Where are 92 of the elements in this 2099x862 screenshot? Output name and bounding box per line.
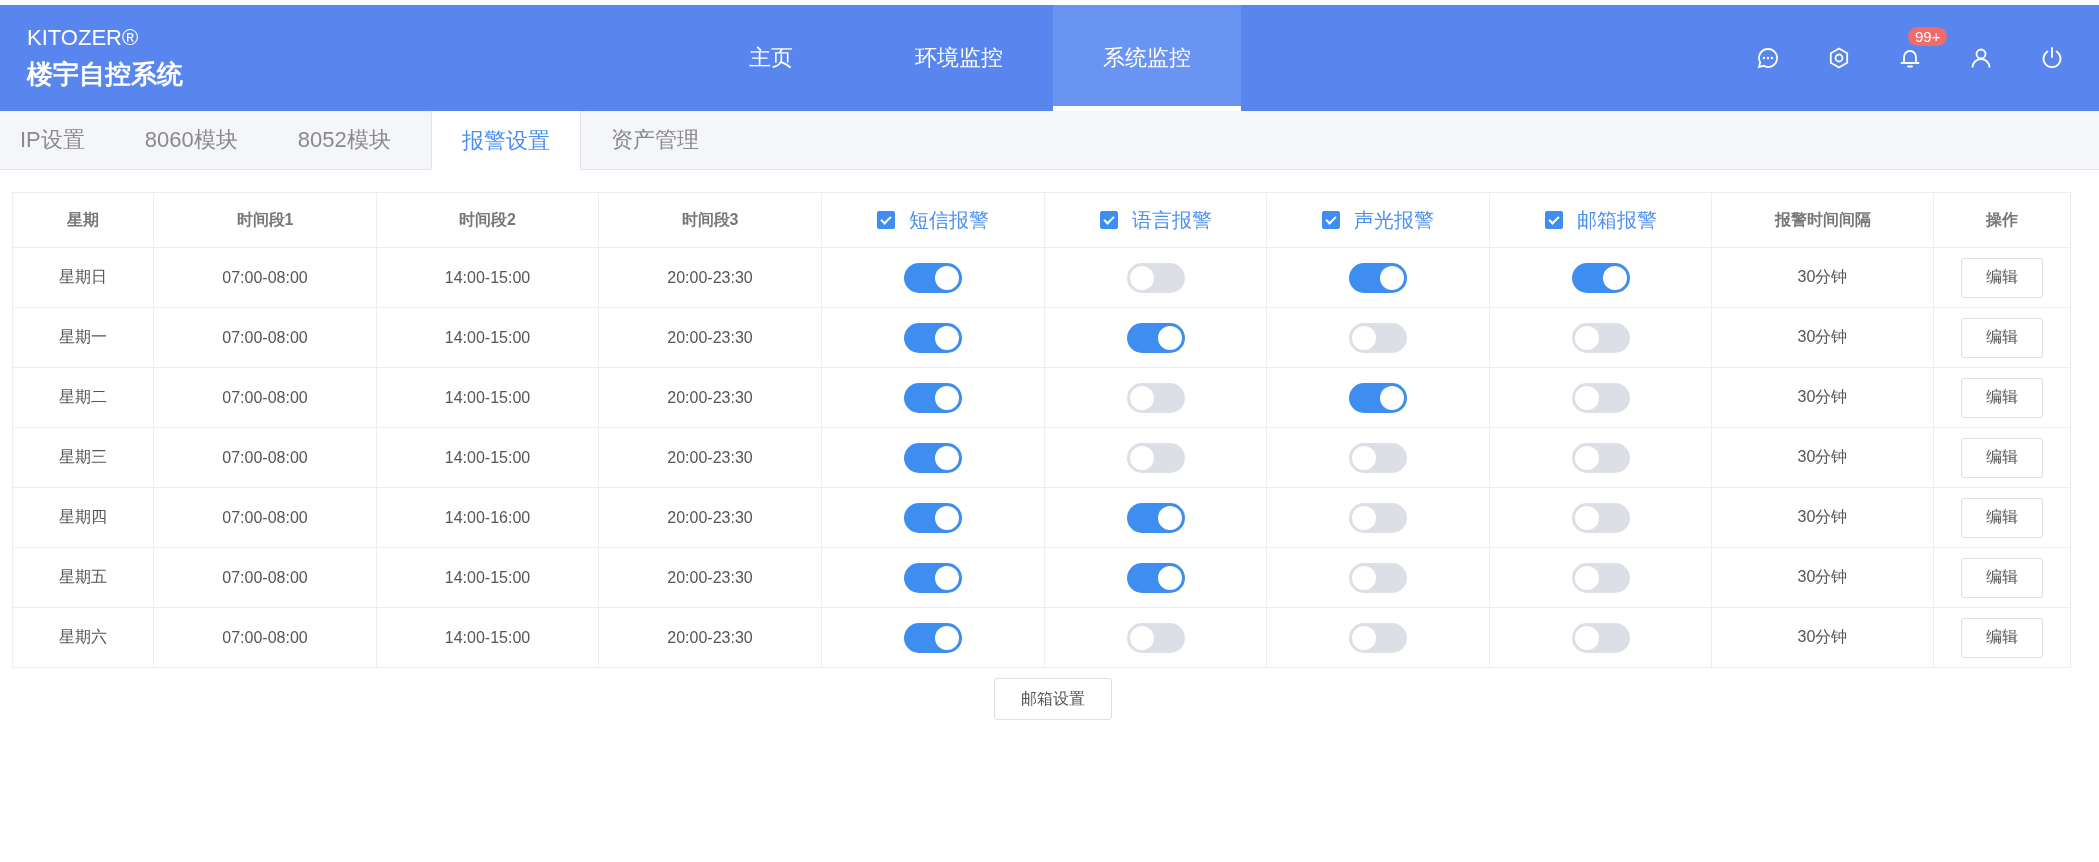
table-cell: 14:00-15:00 (444, 328, 531, 346)
table-cell: 07:00-08:00 (222, 568, 308, 586)
toggle-switch[interactable] (1349, 622, 1407, 653)
toggle-switch[interactable] (1571, 382, 1630, 413)
checkbox[interactable] (1099, 211, 1118, 229)
toggle-switch[interactable] (1126, 622, 1185, 653)
table-cell: 20:00-23:30 (667, 268, 753, 286)
table-cell: 07:00-08:00 (222, 508, 308, 526)
checkbox[interactable] (877, 211, 895, 229)
toggle-switch[interactable] (1349, 502, 1407, 533)
table-cell: 星期二 (59, 388, 107, 405)
table-cell: 30分钟 (1797, 388, 1848, 405)
toggle-switch[interactable] (904, 502, 962, 533)
toggle-switch[interactable] (904, 622, 962, 653)
toggle-switch[interactable] (1126, 502, 1185, 533)
toggle-switch[interactable] (1126, 262, 1185, 293)
toggle-switch[interactable] (1349, 322, 1407, 353)
toggle-switch[interactable] (904, 322, 962, 353)
toggle-switch[interactable] (1126, 562, 1185, 593)
toggle-switch[interactable] (1571, 262, 1630, 293)
table-cell: 星期日 (59, 268, 107, 285)
brand-name: KITOZER® (27, 24, 140, 51)
edit-button[interactable]: 编辑 (1961, 317, 2043, 358)
toggle-switch[interactable] (1349, 262, 1407, 293)
column-header: 声光报警 (1354, 207, 1434, 233)
table-cell: 星期五 (59, 568, 107, 585)
table-cell: 14:00-15:00 (444, 628, 531, 646)
table-cell: 20:00-23:30 (667, 328, 753, 346)
mail-settings-button[interactable]: 邮箱设置 (993, 678, 1112, 720)
toggle-switch[interactable] (1349, 442, 1407, 473)
column-header: 短信报警 (909, 207, 989, 233)
edit-button[interactable]: 编辑 (1961, 377, 2043, 418)
column-header: 时间段3 (681, 210, 739, 228)
table-cell: 20:00-23:30 (667, 568, 753, 586)
column-header: 操作 (1986, 210, 2018, 228)
column-header: 报警时间间隔 (1774, 210, 1871, 228)
settings-icon[interactable] (1827, 46, 1851, 70)
edit-button[interactable]: 编辑 (1961, 437, 2043, 478)
table-cell: 07:00-08:00 (222, 328, 308, 346)
checkbox[interactable] (1322, 211, 1340, 229)
toggle-switch[interactable] (904, 442, 962, 473)
table-cell: 20:00-23:30 (667, 628, 753, 646)
table-cell: 14:00-15:00 (444, 568, 531, 586)
edit-button[interactable]: 编辑 (1961, 497, 2043, 538)
table-cell: 14:00-15:00 (444, 448, 531, 466)
toggle-switch[interactable] (904, 382, 962, 413)
power-icon[interactable] (2040, 46, 2064, 70)
edit-button[interactable]: 编辑 (1961, 617, 2043, 658)
table-cell: 20:00-23:30 (667, 508, 753, 526)
toggle-switch[interactable] (1349, 562, 1407, 593)
table-cell: 20:00-23:30 (667, 388, 753, 406)
table-cell: 14:00-15:00 (444, 268, 531, 286)
table-cell: 星期六 (59, 628, 107, 645)
toggle-switch[interactable] (1126, 382, 1185, 413)
table-cell: 星期四 (59, 508, 107, 525)
user-icon[interactable] (1969, 46, 1993, 70)
table-cell: 30分钟 (1797, 328, 1848, 345)
table-cell: 07:00-08:00 (222, 628, 308, 646)
table-cell: 14:00-16:00 (444, 508, 531, 526)
table-cell: 30分钟 (1797, 268, 1848, 285)
column-header: 时间段1 (236, 210, 294, 228)
table-cell: 30分钟 (1797, 508, 1848, 525)
checkbox[interactable] (1544, 211, 1563, 229)
column-header: 星期 (67, 210, 99, 228)
chat-icon[interactable] (1756, 46, 1780, 70)
toggle-switch[interactable] (1571, 622, 1630, 653)
column-header: 时间段2 (459, 210, 516, 228)
column-header: 语言报警 (1131, 207, 1212, 233)
notification-badge: 99+ (1908, 27, 1948, 46)
toggle-switch[interactable] (1126, 442, 1185, 473)
toggle-switch[interactable] (1571, 502, 1630, 533)
app-title: 楼宇自控系统 (27, 57, 184, 91)
table-cell: 30分钟 (1797, 568, 1848, 585)
table-cell: 07:00-08:00 (222, 268, 308, 286)
column-header: 邮箱报警 (1576, 207, 1657, 233)
toggle-switch[interactable] (1349, 382, 1407, 413)
toggle-switch[interactable] (1571, 442, 1630, 473)
table-cell: 14:00-15:00 (444, 388, 531, 406)
edit-button[interactable]: 编辑 (1961, 257, 2043, 298)
table-cell: 30分钟 (1797, 448, 1848, 465)
table-cell: 星期一 (59, 328, 107, 345)
table-cell: 07:00-08:00 (222, 448, 308, 466)
toggle-switch[interactable] (904, 262, 962, 293)
edit-button[interactable]: 编辑 (1961, 557, 2043, 598)
table-cell: 20:00-23:30 (667, 448, 753, 466)
table-cell: 星期三 (59, 448, 107, 465)
table-cell: 07:00-08:00 (222, 388, 308, 406)
toggle-switch[interactable] (904, 562, 962, 593)
toggle-switch[interactable] (1126, 322, 1185, 353)
toggle-switch[interactable] (1571, 322, 1630, 353)
toggle-switch[interactable] (1571, 562, 1630, 593)
table-cell: 30分钟 (1797, 628, 1848, 645)
